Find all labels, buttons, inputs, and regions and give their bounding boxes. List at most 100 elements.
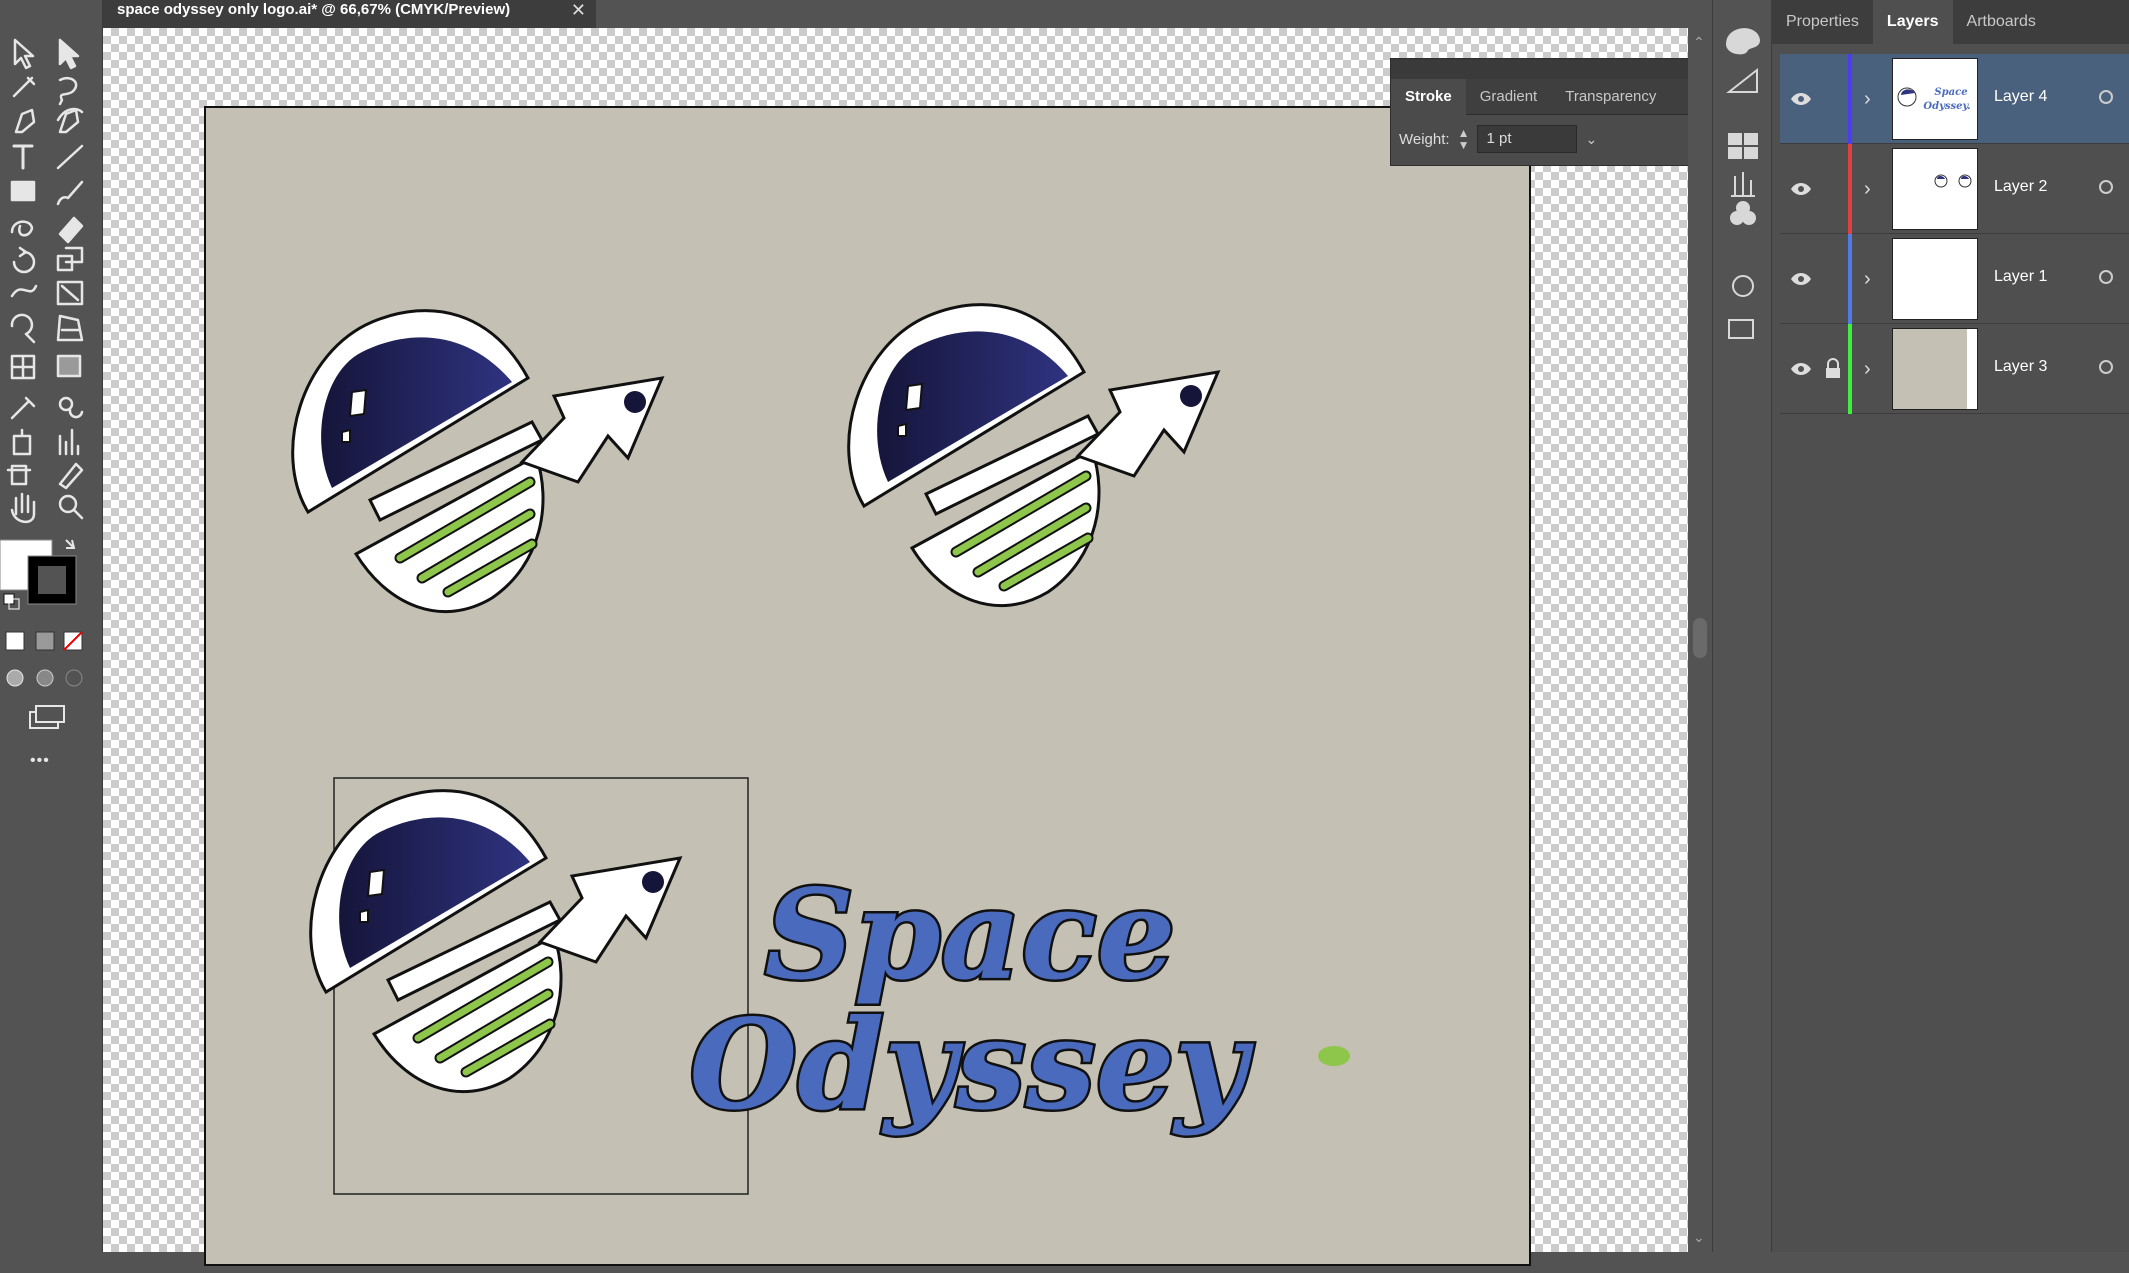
layer-name[interactable]: Layer 3 bbox=[1994, 358, 2047, 376]
scale-tool-icon[interactable] bbox=[56, 246, 84, 272]
visibility-eye-icon[interactable] bbox=[1790, 88, 1812, 110]
gradient-panel-icon[interactable] bbox=[1726, 67, 1758, 93]
brushes-icon[interactable] bbox=[1731, 172, 1755, 197]
screen-mode-icon[interactable] bbox=[29, 705, 65, 729]
visibility-eye-icon[interactable] bbox=[1790, 178, 1812, 200]
direct-selection-tool-icon[interactable] bbox=[58, 38, 80, 70]
panel-header[interactable]: « ✕ bbox=[1391, 59, 1737, 79]
mesh-tool-icon[interactable] bbox=[10, 354, 36, 380]
hand-tool-icon[interactable] bbox=[10, 492, 36, 523]
symbol-sprayer-icon[interactable] bbox=[12, 428, 32, 456]
swatches-icon[interactable] bbox=[1728, 133, 1742, 145]
free-transform-icon[interactable] bbox=[56, 280, 84, 306]
tab-artboards[interactable]: Artboards bbox=[1953, 0, 2050, 44]
thumb-text-1: Space bbox=[1934, 87, 1967, 98]
layer-row[interactable]: › Layer 3 bbox=[1780, 324, 2129, 414]
perspective-grid-icon[interactable] bbox=[56, 314, 84, 342]
expand-chevron-icon[interactable]: › bbox=[1864, 268, 1871, 291]
scroll-up-icon[interactable]: ⌃ bbox=[1693, 34, 1705, 51]
expand-chevron-icon[interactable]: › bbox=[1864, 358, 1871, 381]
eraser-icon[interactable] bbox=[58, 216, 84, 244]
thumb-text-2: Odyssey. bbox=[1923, 101, 1970, 112]
draw-normal-icon[interactable] bbox=[6, 669, 24, 687]
pen-tool-icon[interactable] bbox=[14, 108, 36, 134]
slice-tool-icon[interactable] bbox=[58, 462, 84, 490]
tab-properties[interactable]: Properties bbox=[1772, 0, 1873, 44]
vertical-scrollbar[interactable]: ⌃ ⌄ bbox=[1688, 28, 1712, 1252]
logo-mark-3[interactable] bbox=[311, 791, 680, 1092]
panel-dock bbox=[1712, 0, 1772, 1252]
layer-row[interactable]: › Layer 2 bbox=[1780, 144, 2129, 234]
target-circle-icon[interactable] bbox=[2099, 180, 2113, 194]
width-tool-icon[interactable] bbox=[10, 284, 38, 298]
more-tools-button[interactable]: ••• bbox=[30, 752, 50, 770]
blend-tool-icon[interactable] bbox=[58, 396, 84, 419]
color-guide-icon[interactable] bbox=[1725, 28, 1761, 55]
weight-stepper[interactable]: ▲ ▼ bbox=[1458, 127, 1470, 151]
tab-gradient[interactable]: Gradient bbox=[1466, 79, 1552, 115]
layer-row[interactable]: › Space Odyssey. Layer 4 bbox=[1780, 54, 2129, 144]
tab-layers[interactable]: Layers bbox=[1872, 0, 1953, 44]
appearance-icon[interactable] bbox=[1732, 275, 1754, 297]
artboard[interactable]: Space Odyssey bbox=[204, 106, 1531, 1266]
type-tool-icon[interactable] bbox=[12, 144, 34, 170]
magic-wand-icon[interactable] bbox=[12, 76, 36, 98]
shape-builder-icon[interactable] bbox=[10, 313, 36, 344]
shaper-tool-icon[interactable] bbox=[10, 220, 34, 237]
dock-icon-set bbox=[1725, 28, 1761, 339]
eyedropper-icon[interactable] bbox=[10, 396, 36, 420]
weight-label: Weight: bbox=[1399, 130, 1450, 148]
lasso-icon[interactable] bbox=[58, 76, 78, 106]
tab-stroke[interactable]: Stroke bbox=[1391, 78, 1466, 115]
layer-color-bar bbox=[1848, 54, 1852, 144]
gradient-tool-icon[interactable] bbox=[56, 354, 82, 378]
logo-mark-2[interactable] bbox=[849, 305, 1218, 606]
layer-name[interactable]: Layer 2 bbox=[1994, 178, 2047, 196]
rotate-tool-icon[interactable] bbox=[12, 246, 36, 274]
document-tab-title: space odyssey only logo.ai* @ 66,67% (CM… bbox=[117, 1, 511, 18]
tab-transparency[interactable]: Transparency bbox=[1551, 79, 1670, 115]
artboard-tool-icon[interactable] bbox=[6, 464, 32, 486]
layer-name[interactable]: Layer 1 bbox=[1994, 268, 2047, 286]
logo-green-dot[interactable] bbox=[1318, 1046, 1350, 1066]
color-mode-icon[interactable] bbox=[5, 631, 25, 651]
default-fill-stroke-icon[interactable] bbox=[3, 593, 20, 610]
logo-mark-1[interactable] bbox=[293, 311, 662, 612]
layer-color-bar bbox=[1848, 234, 1852, 324]
draw-behind-icon[interactable] bbox=[36, 669, 54, 687]
selection-tool-icon[interactable] bbox=[13, 38, 35, 70]
target-circle-icon[interactable] bbox=[2099, 270, 2113, 284]
logo-text-odyssey[interactable]: Odyssey bbox=[687, 991, 1257, 1141]
document-tab[interactable]: space odyssey only logo.ai* @ 66,67% (CM… bbox=[103, 0, 596, 28]
draw-inside-icon[interactable] bbox=[65, 669, 83, 687]
visibility-eye-icon[interactable] bbox=[1790, 268, 1812, 290]
target-circle-icon[interactable] bbox=[2099, 90, 2113, 104]
weight-input[interactable]: 1 pt bbox=[1477, 125, 1578, 153]
artboards-panel-icon[interactable] bbox=[1728, 319, 1754, 339]
swap-fill-stroke-icon[interactable] bbox=[65, 539, 76, 549]
curvature-tool-icon[interactable] bbox=[56, 107, 84, 134]
scroll-down-icon[interactable]: ⌄ bbox=[1693, 1229, 1705, 1246]
stroke-panel-tabs: Stroke Gradient Transparency ☰ bbox=[1391, 78, 1737, 115]
artwork: Space Odyssey bbox=[206, 108, 1350, 1195]
expand-chevron-icon[interactable]: › bbox=[1864, 178, 1871, 201]
canvas-area[interactable]: Space Odyssey « ✕ Stroke Gradient Transp… bbox=[103, 28, 1738, 1266]
layers-panel: Properties Layers Artboards › Space Odys… bbox=[1772, 0, 2129, 1252]
paintbrush-icon[interactable] bbox=[56, 180, 84, 206]
weight-dropdown-icon[interactable]: ⌄ bbox=[1585, 131, 1597, 148]
none-mode-icon[interactable] bbox=[63, 631, 83, 651]
line-segment-icon[interactable] bbox=[56, 144, 84, 170]
lock-icon[interactable] bbox=[1824, 358, 1842, 380]
target-circle-icon[interactable] bbox=[2099, 360, 2113, 374]
scrollbar-thumb[interactable] bbox=[1693, 618, 1707, 658]
logo-text-space[interactable]: Space bbox=[762, 861, 1178, 1011]
rectangle-tool-icon[interactable] bbox=[10, 180, 36, 202]
layer-row[interactable]: › Layer 1 bbox=[1780, 234, 2129, 324]
column-graph-icon[interactable] bbox=[58, 428, 80, 456]
layer-name[interactable]: Layer 4 bbox=[1994, 88, 2047, 106]
visibility-eye-icon[interactable] bbox=[1790, 358, 1812, 380]
expand-chevron-icon[interactable]: › bbox=[1864, 88, 1871, 111]
gradient-mode-icon[interactable] bbox=[35, 631, 55, 651]
close-icon[interactable]: ✕ bbox=[571, 0, 586, 20]
layer-thumbnail: Space Odyssey. bbox=[1892, 58, 1978, 140]
